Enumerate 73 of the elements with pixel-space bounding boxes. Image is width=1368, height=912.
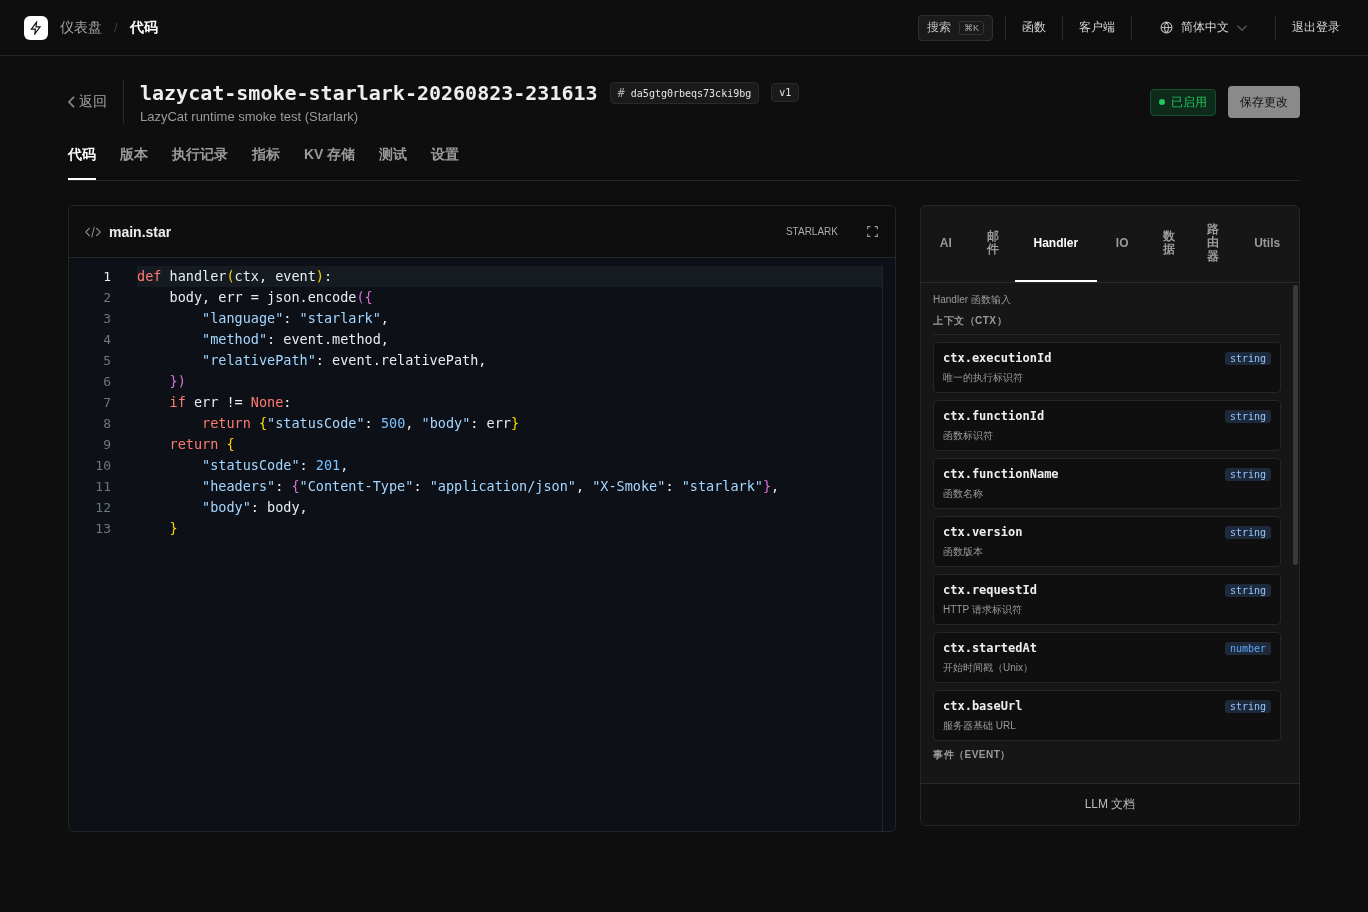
tab[interactable]: 设置 <box>431 146 460 180</box>
code-line: "language": "starlark", <box>201 309 390 328</box>
doc-tab[interactable]: 数据 <box>1147 206 1192 282</box>
breadcrumb-separator: / <box>114 20 118 35</box>
chevron-down-icon <box>1237 24 1247 31</box>
code-icon <box>85 225 101 238</box>
logout-link[interactable]: 退出登录 <box>1288 19 1344 36</box>
doc-tab[interactable]: 路由器 <box>1191 206 1236 282</box>
logo-icon <box>24 15 48 40</box>
field-card: ctx.executionId string 唯一的执行标识符 <box>933 342 1281 393</box>
doc-tab[interactable]: IO <box>1097 206 1148 282</box>
tab[interactable]: 代码 <box>68 146 96 180</box>
line-number: 1 <box>103 268 111 286</box>
field-card: ctx.version string 函数版本 <box>933 516 1281 567</box>
code-line: }) <box>168 372 187 391</box>
code-line: } <box>168 519 179 538</box>
line-number: 3 <box>103 310 111 328</box>
id-tag: # da5gtg0rbeqs73cki9bg <box>609 81 760 104</box>
line-number: 10 <box>95 457 111 475</box>
line-number: 8 <box>103 415 111 433</box>
code-line: return { <box>168 435 236 454</box>
section-heading: 事件（EVENT） <box>933 748 1012 762</box>
field-card: ctx.requestId string HTTP 请求标识符 <box>933 574 1281 625</box>
tab[interactable]: 指标 <box>252 146 280 180</box>
tab[interactable]: KV 存储 <box>304 146 356 180</box>
search-button[interactable]: 搜索 ⌘K <box>918 14 993 41</box>
line-number: 12 <box>95 499 111 517</box>
function-title: lazycat-smoke-starlark-20260823-231613 <box>140 80 598 105</box>
breadcrumb-link[interactable]: 仪表盘 <box>60 18 102 37</box>
globe-icon <box>1160 21 1173 34</box>
field-card: ctx.baseUrl string 服务器基础 URL <box>933 690 1281 741</box>
code-line: "statusCode": 201, <box>201 456 350 475</box>
status-badge: 已启用 <box>1150 88 1216 116</box>
docs-link[interactable]: LLM 文档 <box>921 783 1299 825</box>
code-line: "headers": {"Content-Type": "application/json", "X-Smoke": "starlark"}, <box>201 477 781 496</box>
doc-tab[interactable]: 邮件 <box>970 206 1015 282</box>
breadcrumb-current: 代码 <box>129 18 158 37</box>
function-description: LazyCat runtime smoke test (Starlark) <box>140 108 360 124</box>
save-button[interactable]: 保存更改 <box>1228 86 1300 118</box>
line-number: 5 <box>103 352 111 370</box>
line-number: 11 <box>95 478 111 496</box>
file-name: main.star <box>109 223 172 240</box>
code-line: return {"statusCode": 500, "body": err} <box>201 414 521 433</box>
chevron-left-icon <box>68 96 75 108</box>
field-card: ctx.functionId string 函数标识符 <box>933 400 1281 451</box>
line-number: 2 <box>103 289 111 307</box>
line-number: 9 <box>103 436 111 454</box>
fullscreen-icon[interactable] <box>866 225 879 238</box>
line-number: 6 <box>103 373 111 391</box>
line-number: 4 <box>103 331 111 349</box>
language-label: STARLARK <box>785 226 838 237</box>
doc-tab[interactable]: Handler <box>1014 206 1097 282</box>
field-card: ctx.functionName string 函数名称 <box>933 458 1281 509</box>
tab[interactable]: 版本 <box>120 146 148 180</box>
language-select[interactable]: 简体中文 <box>1144 19 1263 36</box>
field-card: ctx.startedAt number 开始时间戳（Unix） <box>933 632 1281 683</box>
version-tag: v1 <box>771 83 800 102</box>
back-button[interactable]: 返回 <box>68 80 124 124</box>
tab[interactable]: 执行记录 <box>172 146 228 180</box>
code-line: body, err = json.encode({ <box>168 288 374 307</box>
code-line: "method": event.method, <box>201 330 390 349</box>
doc-tab[interactable]: Utils <box>1235 206 1299 282</box>
section-heading: 上下文（CTX） <box>933 314 1281 335</box>
code-line: "body": body, <box>201 498 309 517</box>
section-intro: Handler 函数输入 <box>933 293 1012 307</box>
code-line: if err != None: <box>168 393 293 412</box>
tab[interactable]: 测试 <box>379 146 408 180</box>
line-number: 7 <box>103 394 111 412</box>
line-number: 13 <box>95 520 111 538</box>
nav-link[interactable]: 客户端 <box>1075 19 1119 36</box>
doc-tab[interactable]: AI <box>921 206 971 282</box>
code-line: "relativePath": event.relativePath, <box>201 351 488 370</box>
nav-link[interactable]: 函数 <box>1018 19 1050 36</box>
